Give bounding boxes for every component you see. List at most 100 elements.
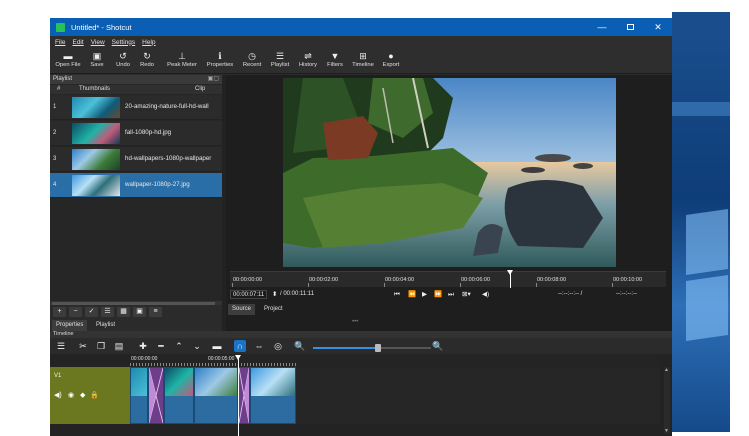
timeline-ruler[interactable]: 00:00:00:00 00:00:05:00 xyxy=(130,355,660,366)
undo-icon: ↺ xyxy=(119,51,127,61)
landscape-preview xyxy=(283,78,616,267)
update-clip-icon[interactable]: ✓ xyxy=(85,307,98,317)
zoom-in-icon[interactable]: 🔍 xyxy=(432,340,444,352)
close-button[interactable]: ✕ xyxy=(644,18,672,36)
playlist-header: # Thumbnails Clip xyxy=(50,85,222,94)
column-clip[interactable]: Clip xyxy=(195,85,205,94)
remove-clip-icon[interactable]: − xyxy=(69,307,82,317)
play-icon[interactable]: ▶ xyxy=(422,290,427,299)
timeline-playhead[interactable] xyxy=(235,355,241,436)
undo-button[interactable]: ↺ Undo xyxy=(112,50,134,72)
viewer-ruler[interactable]: 00:00:00:00 00:00:02:00 00:00:04:00 00:0… xyxy=(230,270,666,288)
maximize-button[interactable] xyxy=(616,18,644,36)
timecode-spinner-icon[interactable]: ⬍ xyxy=(272,290,277,299)
add-clip-icon[interactable]: + xyxy=(53,307,66,317)
column-thumbnails[interactable]: Thumbnails xyxy=(79,85,110,94)
meter-icon: ⊥ xyxy=(178,51,186,61)
peak-meter-button[interactable]: ⊥ Peak Meter xyxy=(164,50,200,72)
app-icon xyxy=(56,22,65,32)
zoom-slider[interactable] xyxy=(313,344,431,352)
open-file-button[interactable]: ▬ Open File xyxy=(54,50,82,72)
menu-bar: File Edit View Settings Help xyxy=(50,36,672,48)
history-button[interactable]: ⇌ History xyxy=(296,50,320,72)
track-header-v1[interactable]: V1 ◀) ◉ ◆ 🔒 xyxy=(50,367,130,424)
grid-icon[interactable]: ⊠▾ xyxy=(462,290,471,299)
lock-icon[interactable]: 🔒 xyxy=(90,391,99,399)
clip-thumbnail xyxy=(72,149,120,170)
timeline-clip[interactable] xyxy=(194,367,238,424)
zoom-out-icon[interactable]: 🔍 xyxy=(294,340,306,352)
recent-button[interactable]: ◷ Recent xyxy=(240,50,264,72)
cut-icon[interactable]: ✂ xyxy=(77,340,89,352)
tab-properties[interactable]: Properties xyxy=(52,320,88,331)
overwrite-icon[interactable]: ⌄ xyxy=(191,340,203,352)
playlist-title: Playlist ▣▢ xyxy=(50,75,222,84)
fast-forward-icon[interactable]: ⏩ xyxy=(434,290,442,299)
timeline-clip[interactable] xyxy=(250,367,296,424)
skip-next-icon[interactable]: ⏭ xyxy=(448,290,454,299)
redo-button[interactable]: ↻ Redo xyxy=(136,50,158,72)
video-viewer: 00:00:00:00 00:00:02:00 00:00:04:00 00:0… xyxy=(226,75,672,331)
out-point-timecode: --:--:--:-- xyxy=(616,291,637,297)
tab-playlist[interactable]: Playlist xyxy=(92,320,119,331)
menu-help[interactable]: Help xyxy=(142,39,155,46)
paste-icon[interactable]: ▤ xyxy=(113,340,125,352)
playlist-row[interactable]: 2 fall-1080p-hd.jpg xyxy=(50,121,222,146)
menu-edit[interactable]: Edit xyxy=(72,39,83,46)
scrub-icon[interactable]: ⇔ xyxy=(253,340,265,352)
transition-clip[interactable] xyxy=(238,367,250,424)
hide-icon[interactable]: ◉ xyxy=(68,391,74,399)
export-icon: ● xyxy=(388,51,394,61)
copy-icon[interactable]: ❐ xyxy=(95,340,107,352)
playlist-menu-icon[interactable]: ≡ xyxy=(149,307,162,317)
main-toolbar: ▬ Open File ▣ Save ↺ Undo ↻ Redo ⊥ Peak … xyxy=(50,48,672,74)
clip-thumbnail xyxy=(72,123,120,144)
split-icon[interactable]: ▬ xyxy=(211,340,223,352)
save-button[interactable]: ▣ Save xyxy=(86,50,108,72)
playlist-row-selected[interactable]: 4 wallpaper-1080p-27.jpg xyxy=(50,173,222,198)
undock-icon[interactable]: ▣▢ xyxy=(208,75,219,84)
clip-thumbnail xyxy=(72,175,120,196)
playlist-row[interactable]: 1 20-amazing-nature-full-hd-wall xyxy=(50,95,222,120)
menu-file[interactable]: File xyxy=(55,39,65,46)
shotcut-window: Untitled* - Shotcut — ✕ File Edit View S… xyxy=(50,18,672,436)
remove-icon[interactable]: ━ xyxy=(155,340,167,352)
minimize-button[interactable]: — xyxy=(588,18,616,36)
tab-project[interactable]: Project xyxy=(260,304,287,315)
filters-button[interactable]: ▼ Filters xyxy=(324,50,346,72)
timeline-clip[interactable] xyxy=(164,367,194,424)
title-bar: Untitled* - Shotcut — ✕ xyxy=(50,18,672,36)
zoom-slider-handle[interactable] xyxy=(374,344,381,352)
menu-settings[interactable]: Settings xyxy=(112,39,136,46)
tab-source[interactable]: Source xyxy=(228,304,256,315)
tiles-view-icon[interactable]: ▦ xyxy=(117,307,130,317)
menu-view[interactable]: View xyxy=(91,39,105,46)
transition-clip[interactable] xyxy=(148,367,164,424)
append-icon[interactable]: ✚ xyxy=(137,340,149,352)
playlist-row[interactable]: 3 hd-wallpapers-1080p-wallpaper xyxy=(50,147,222,172)
timeline-button[interactable]: ⊞ Timeline xyxy=(350,50,376,72)
properties-button[interactable]: ℹ Properties xyxy=(204,50,236,72)
composite-icon[interactable]: ◆ xyxy=(80,391,85,399)
timeline-menu-icon[interactable]: ☰ xyxy=(55,340,67,352)
resize-grip[interactable]: ••• xyxy=(352,319,358,325)
snap-icon[interactable]: ∩ xyxy=(234,340,246,352)
mute-icon[interactable]: ◀) xyxy=(54,391,62,399)
lift-icon[interactable]: ⌃ xyxy=(173,340,185,352)
ripple-icon[interactable]: ◎ xyxy=(272,340,284,352)
position-timecode[interactable]: 00:00:07:11 xyxy=(230,290,268,299)
rewind-icon[interactable]: ⏪ xyxy=(408,290,416,299)
timeline-clip[interactable] xyxy=(130,367,148,424)
export-button[interactable]: ● Export xyxy=(380,50,402,72)
timeline-title: Timeline xyxy=(50,331,672,338)
skip-previous-icon[interactable]: ⏮ xyxy=(394,290,400,299)
details-view-icon[interactable]: ☰ xyxy=(101,307,114,317)
viewer-playhead[interactable] xyxy=(507,270,513,288)
icons-view-icon[interactable]: ▣ xyxy=(133,307,146,317)
column-num[interactable]: # xyxy=(57,85,60,94)
playlist-button[interactable]: ☰ Playlist xyxy=(268,50,292,72)
transport-bar: 00:00:07:11 ⬍ / 00:00:11:11 ⏮ ⏪ ▶ ⏩ ⏭ ⊠▾… xyxy=(226,289,672,301)
volume-icon[interactable]: ◀) xyxy=(482,290,489,299)
timeline-vscrollbar[interactable]: ▲ ▼ xyxy=(664,367,670,434)
folder-icon: ▬ xyxy=(63,51,73,61)
